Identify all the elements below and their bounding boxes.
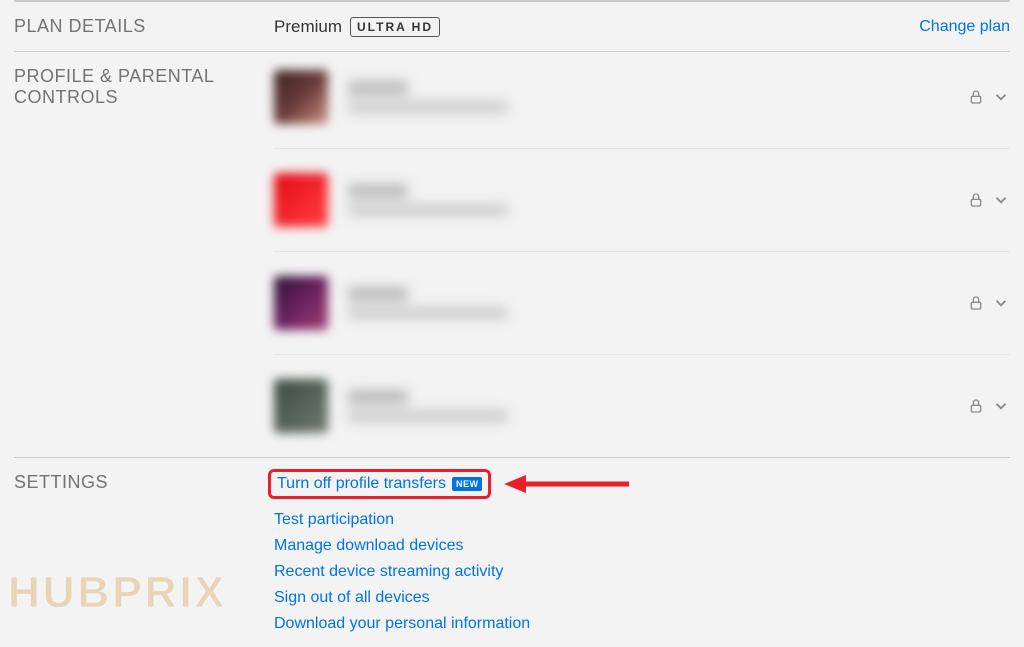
profile-row[interactable] bbox=[274, 355, 1010, 457]
test-participation-link[interactable]: Test participation bbox=[274, 511, 394, 529]
recent-streaming-activity-link[interactable]: Recent device streaming activity bbox=[274, 563, 503, 581]
profile-info bbox=[348, 390, 968, 422]
manage-download-devices-link[interactable]: Manage download devices bbox=[274, 537, 463, 555]
chevron-down-icon[interactable] bbox=[992, 191, 1010, 209]
plan-content: Premium ULTRA HD bbox=[274, 17, 919, 37]
avatar bbox=[274, 379, 328, 433]
link-text: Turn off profile transfers bbox=[277, 475, 446, 493]
plan-details-section: PLAN DETAILS Premium ULTRA HD Change pla… bbox=[14, 1, 1010, 51]
change-plan-link[interactable]: Change plan bbox=[919, 18, 1010, 35]
plan-name: Premium bbox=[274, 17, 342, 37]
turn-off-profile-transfers-link[interactable]: Turn off profile transfers NEW bbox=[277, 475, 482, 493]
profile-info bbox=[348, 184, 968, 216]
profile-parental-label: PROFILE & PARENTAL CONTROLS bbox=[14, 66, 274, 457]
profile-row[interactable] bbox=[274, 149, 1010, 252]
profile-info bbox=[348, 287, 968, 319]
download-personal-info-link[interactable]: Download your personal information bbox=[274, 615, 530, 633]
profile-parental-section: PROFILE & PARENTAL CONTROLS bbox=[14, 51, 1010, 457]
highlight-annotation: Turn off profile transfers NEW bbox=[268, 469, 491, 499]
avatar bbox=[274, 276, 328, 330]
avatar bbox=[274, 70, 328, 124]
profile-row[interactable] bbox=[274, 252, 1010, 355]
profile-info bbox=[348, 81, 968, 113]
watermark: HUBPRIX bbox=[8, 568, 227, 618]
sign-out-all-devices-link[interactable]: Sign out of all devices bbox=[274, 589, 430, 607]
chevron-down-icon[interactable] bbox=[992, 88, 1010, 106]
chevron-down-icon[interactable] bbox=[992, 294, 1010, 312]
chevron-down-icon[interactable] bbox=[992, 397, 1010, 415]
profile-row[interactable] bbox=[274, 66, 1010, 149]
plan-details-label: PLAN DETAILS bbox=[14, 16, 274, 37]
lock-icon bbox=[968, 295, 984, 311]
lock-icon bbox=[968, 192, 984, 208]
ultrahd-badge: ULTRA HD bbox=[350, 17, 440, 37]
new-badge: NEW bbox=[452, 477, 483, 491]
lock-icon bbox=[968, 89, 984, 105]
avatar bbox=[274, 173, 328, 227]
settings-section: SETTINGS Turn off profile transfers NEW … bbox=[14, 457, 1010, 647]
lock-icon bbox=[968, 398, 984, 414]
